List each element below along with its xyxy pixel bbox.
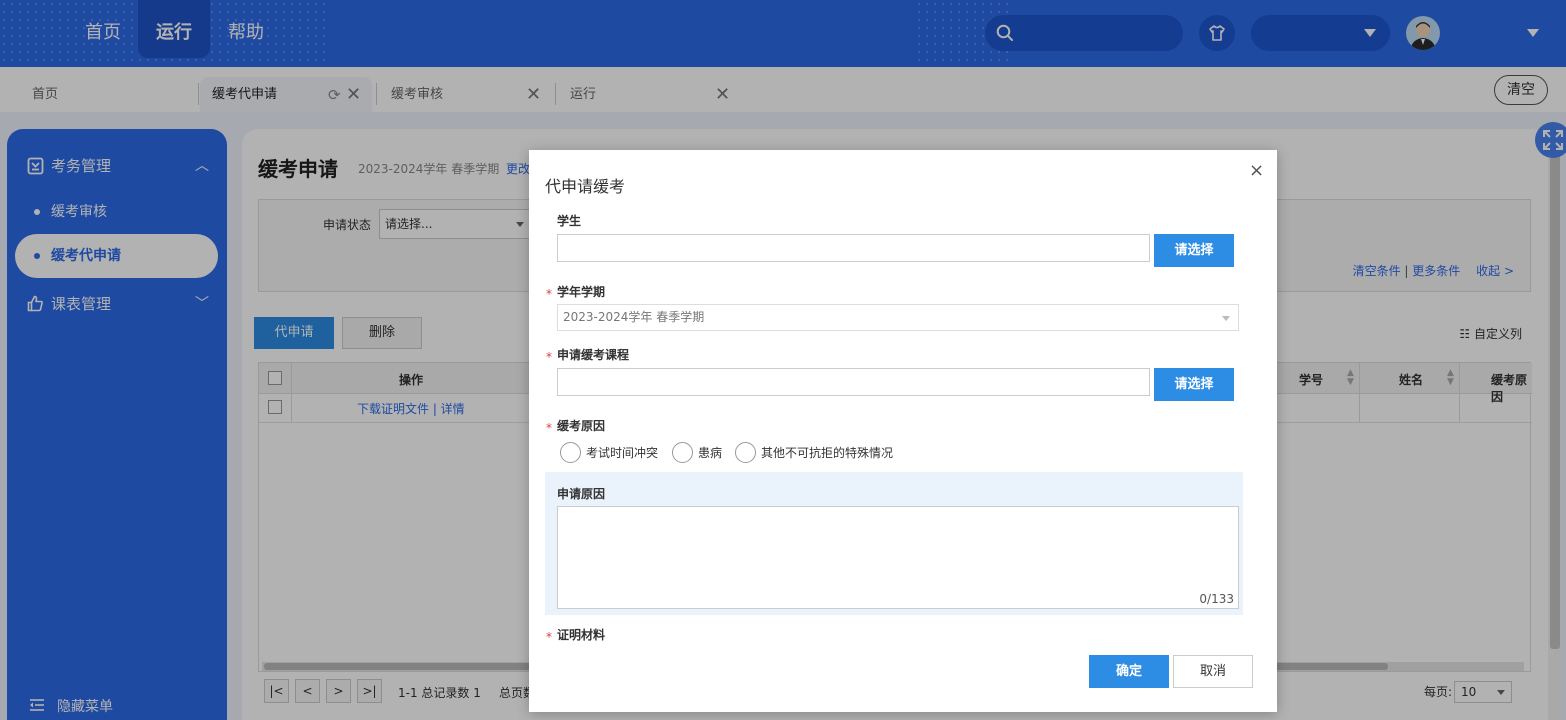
defer-reason-label: 缓考原因 — [557, 419, 606, 433]
student-label: 学生 — [557, 214, 582, 228]
course-input[interactable] — [557, 368, 1150, 396]
pick-course-button[interactable]: 请选择 — [1154, 368, 1234, 401]
apply-reason-label: 申请原因 — [557, 487, 606, 501]
reason-radio-other[interactable]: 其他不可抗拒的特殊情况 — [735, 442, 893, 464]
record-count: 1-1 总记录数 1 — [398, 686, 481, 700]
sidebar-group-exam-admin[interactable]: 考务管理 ︿ — [7, 143, 227, 189]
chevron-down-icon: ﹀ — [195, 296, 209, 312]
tab-deferred-exam-audit[interactable]: 缓考审核 ✕ — [378, 77, 554, 112]
confirm-button[interactable]: 确定 — [1089, 655, 1169, 688]
refresh-icon[interactable]: ⟳ — [328, 77, 341, 113]
search-input[interactable] — [985, 15, 1183, 51]
row-checkbox[interactable] — [268, 400, 282, 414]
next-page-button[interactable]: > — [326, 679, 351, 703]
close-icon[interactable]: ✕ — [346, 77, 361, 113]
term-label: 学年学期 — [557, 285, 606, 299]
chevron-up-icon: ︿ — [195, 158, 209, 174]
pick-student-button[interactable]: 请选择 — [1154, 234, 1234, 267]
close-icon[interactable]: ✕ — [715, 77, 730, 113]
sort-icon[interactable]: ▲ ▼ — [1447, 369, 1454, 387]
hide-menu-button[interactable]: 隐藏菜单 — [29, 696, 113, 716]
course-label: 申请缓考课程 — [557, 348, 630, 362]
filter-status-select[interactable]: 请选择... — [379, 209, 531, 239]
filter-status-label: 申请状态 — [323, 218, 372, 232]
dialog-title: 代申请缓考 — [545, 177, 626, 196]
tab-home[interactable]: 首页 — [18, 77, 198, 112]
avatar[interactable] — [1406, 16, 1440, 50]
sidebar: 考务管理 ︿ 缓考审核 缓考代申请 课表管理 ﹀ 隐藏菜单 — [7, 129, 227, 720]
sidebar-group-timetable[interactable]: 课表管理 ﹀ — [7, 281, 227, 327]
tabs-bar: 首页 缓考代申请 ⟳ ✕ 缓考审核 ✕ 运行 ✕ 清空 — [0, 67, 1566, 112]
tab-run[interactable]: 运行 ✕ — [557, 77, 737, 112]
nav-help[interactable]: 帮助 — [216, 0, 276, 58]
col-header-name[interactable]: 姓名 — [1399, 371, 1423, 388]
more-conditions-link[interactable]: 更多条件 — [1412, 264, 1460, 278]
student-input[interactable] — [557, 234, 1150, 262]
tab-divider — [376, 83, 377, 105]
thumbs-up-icon — [27, 295, 43, 312]
proxy-apply-button[interactable]: 代申请 — [254, 317, 334, 349]
proxy-apply-dialog: 代申请缓考 × 学生 请选择 * 学年学期 2023-2024学年 春季学期 *… — [529, 150, 1277, 712]
exam-icon — [27, 157, 44, 175]
row-action-links[interactable]: 下载证明文件 | 详情 — [357, 400, 465, 417]
user-menu-caret-icon[interactable] — [1527, 29, 1539, 37]
col-header-op: 操作 — [399, 373, 424, 387]
per-page-select[interactable]: 10 — [1454, 681, 1512, 703]
custom-columns-button[interactable]: ☷ 自定义列 — [1459, 325, 1522, 342]
tab-divider — [198, 83, 199, 105]
sidebar-item-deferred-proxy[interactable]: 缓考代申请 — [15, 234, 218, 278]
theme-button[interactable] — [1199, 15, 1235, 51]
change-term-link[interactable]: 更改 — [506, 160, 530, 177]
last-page-button[interactable]: >| — [357, 679, 382, 703]
nav-run[interactable]: 运行 — [138, 0, 210, 58]
columns-icon: ☷ — [1459, 327, 1471, 341]
clear-tabs-button[interactable]: 清空 — [1494, 75, 1548, 105]
char-counter: 0/133 — [1199, 592, 1234, 606]
filter-links: 清空条件 | 更多条件 收起 > — [1352, 264, 1514, 278]
sidebar-item-deferred-audit[interactable]: 缓考审核 — [15, 190, 218, 234]
vertical-scrollbar[interactable] — [1548, 129, 1562, 720]
close-icon[interactable]: × — [1249, 160, 1264, 181]
reason-radio-illness[interactable]: 患病 — [672, 442, 722, 464]
search-icon — [996, 24, 1013, 41]
clear-conditions-link[interactable]: 清空条件 — [1353, 264, 1401, 278]
menu-collapse-icon — [30, 699, 44, 711]
expand-icon — [1543, 130, 1563, 150]
tab-divider — [555, 83, 556, 105]
caret-down-icon — [1364, 29, 1376, 37]
delete-button[interactable]: 删除 — [342, 317, 422, 349]
page-title: 缓考申请 — [258, 157, 338, 181]
nav-home[interactable]: 首页 — [74, 0, 132, 58]
per-page: 每页: 10 — [1424, 681, 1512, 703]
role-select[interactable] — [1251, 15, 1390, 51]
proof-label: 证明材料 — [557, 628, 606, 642]
tab-deferred-exam-proxy[interactable]: 缓考代申请 ⟳ ✕ — [200, 77, 372, 112]
collapse-link[interactable]: 收起 > — [1476, 264, 1514, 278]
cancel-button[interactable]: 取消 — [1173, 655, 1253, 688]
term-label: 2023-2024学年 春季学期 — [358, 162, 500, 176]
col-header-student-id[interactable]: 学号 — [1299, 371, 1323, 388]
select-all-checkbox[interactable] — [268, 371, 282, 385]
top-bar: 首页 运行 帮助 — [0, 0, 1566, 67]
apply-reason-section: 申请原因 0/133 — [545, 472, 1243, 615]
prev-page-button[interactable]: < — [295, 679, 320, 703]
tshirt-icon — [1209, 25, 1225, 41]
reason-radio-conflict[interactable]: 考试时间冲突 — [560, 442, 658, 464]
fullscreen-button[interactable] — [1535, 122, 1566, 158]
sort-icon[interactable]: ▲ ▼ — [1347, 369, 1354, 387]
term-select[interactable]: 2023-2024学年 春季学期 — [557, 304, 1239, 331]
first-page-button[interactable]: |< — [264, 679, 289, 703]
apply-reason-textarea[interactable]: 0/133 — [557, 506, 1239, 609]
close-icon[interactable]: ✕ — [526, 77, 541, 113]
